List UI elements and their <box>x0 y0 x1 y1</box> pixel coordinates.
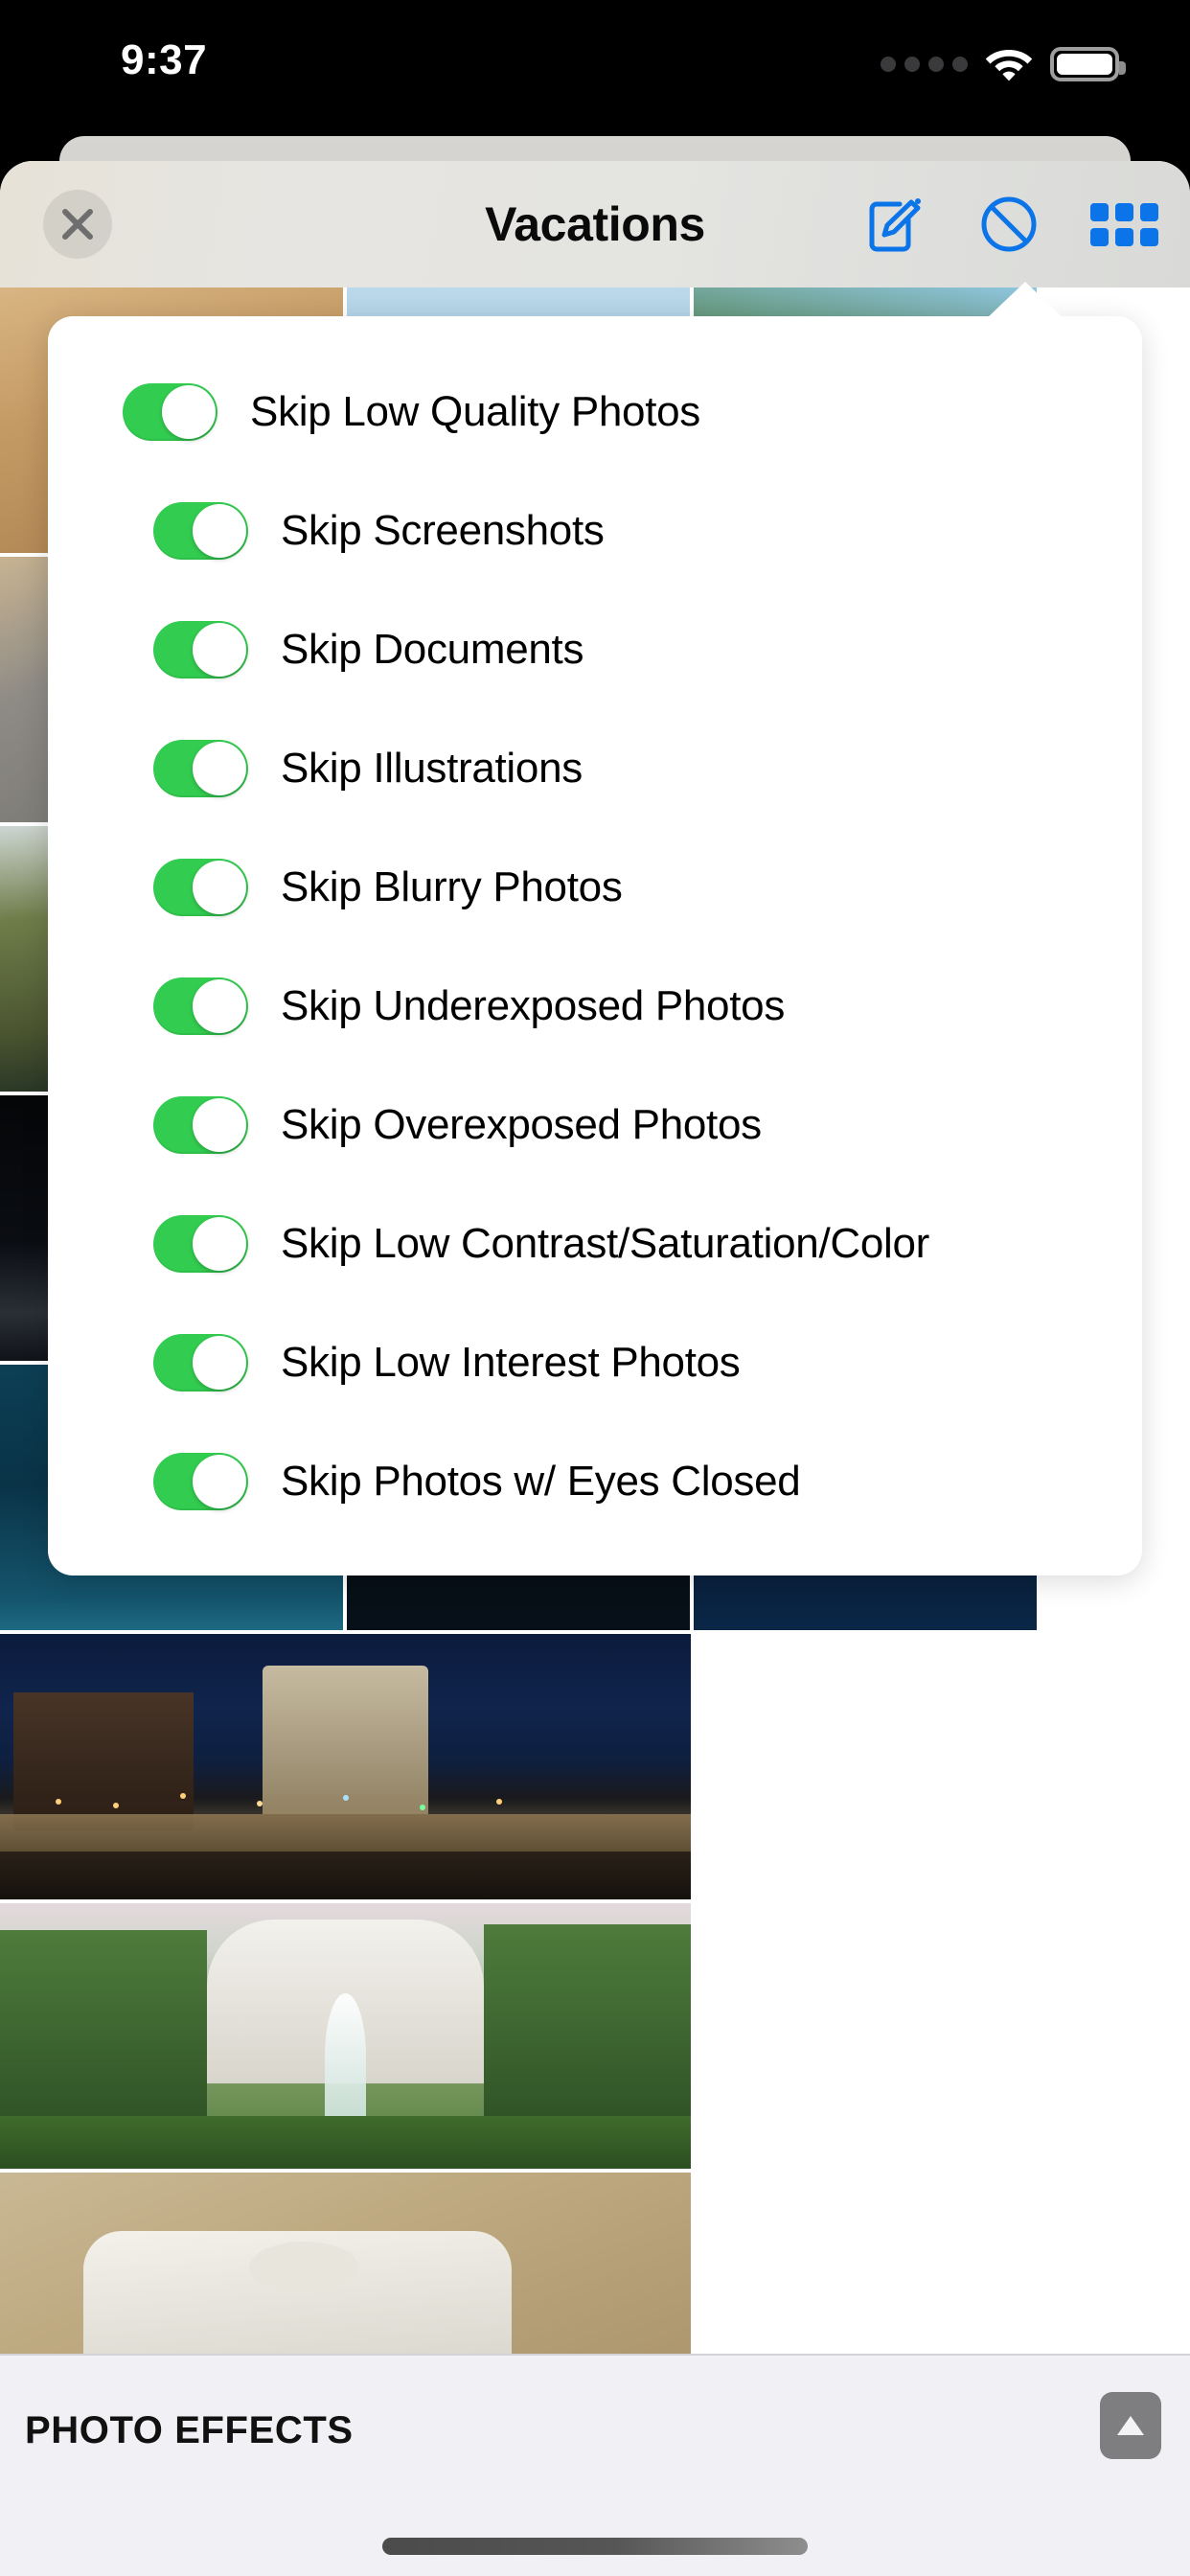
option-row-skip-documents[interactable]: Skip Documents <box>48 590 1142 709</box>
skip-options-popover: Skip Low Quality Photos Skip Screenshots… <box>48 282 1142 1576</box>
option-label: Skip Illustrations <box>281 745 583 792</box>
option-row-skip-overexposed-photos[interactable]: Skip Overexposed Photos <box>48 1066 1142 1184</box>
option-row-skip-underexposed-photos[interactable]: Skip Underexposed Photos <box>48 947 1142 1066</box>
battery-full-icon <box>1050 47 1126 81</box>
compose-pencil-icon <box>869 198 921 252</box>
status-indicators <box>881 46 1126 82</box>
wifi-icon <box>985 50 1033 81</box>
popover-arrow <box>987 282 1064 318</box>
option-row-skip-low-contrast[interactable]: Skip Low Contrast/Saturation/Color <box>48 1184 1142 1303</box>
home-indicator[interactable] <box>382 2538 808 2555</box>
photo-notre-dame-night[interactable] <box>0 1634 691 1899</box>
expand-panel-button[interactable] <box>1100 2392 1161 2459</box>
option-label: Skip Screenshots <box>281 507 605 554</box>
toggle-skip-eyes-closed[interactable] <box>153 1453 248 1510</box>
toggle-skip-low-quality-photos[interactable] <box>123 383 217 441</box>
option-row-skip-low-quality-photos[interactable]: Skip Low Quality Photos <box>48 353 1142 472</box>
phone-screen: 9:37 Vacations PHOTO EFFECTS Skip Low Qu… <box>0 0 1190 2576</box>
option-row-skip-illustrations[interactable]: Skip Illustrations <box>48 709 1142 828</box>
option-label: Skip Photos w/ Eyes Closed <box>281 1458 801 1505</box>
status-bar: 9:37 <box>0 0 1190 126</box>
option-label: Skip Underexposed Photos <box>281 982 786 1029</box>
skip-filter-button[interactable] <box>972 187 1046 262</box>
grid-squares-icon <box>1089 202 1158 246</box>
option-row-skip-blurry-photos[interactable]: Skip Blurry Photos <box>48 828 1142 947</box>
status-time: 9:37 <box>121 36 208 83</box>
triangle-up-icon <box>1117 2416 1144 2435</box>
option-label: Skip Low Interest Photos <box>281 1339 741 1386</box>
toggle-skip-low-interest-photos[interactable] <box>153 1334 248 1392</box>
option-row-skip-screenshots[interactable]: Skip Screenshots <box>48 472 1142 590</box>
toggle-skip-illustrations[interactable] <box>153 740 248 797</box>
toggle-skip-blurry-photos[interactable] <box>153 859 248 916</box>
option-label: Skip Blurry Photos <box>281 863 623 910</box>
bottom-toolbar: PHOTO EFFECTS <box>0 2354 1190 2576</box>
toggle-skip-overexposed-photos[interactable] <box>153 1096 248 1154</box>
grid-view-button[interactable] <box>1087 187 1161 262</box>
signal-dots-icon <box>881 57 968 72</box>
compose-button[interactable] <box>857 187 931 262</box>
photo-effects-label: PHOTO EFFECTS <box>25 2409 354 2451</box>
option-row-skip-eyes-closed[interactable]: Skip Photos w/ Eyes Closed <box>48 1422 1142 1541</box>
option-label: Skip Overexposed Photos <box>281 1101 762 1148</box>
photo-white-house-fountain[interactable] <box>0 1903 691 2169</box>
skip-options-list: Skip Low Quality Photos Skip Screenshots… <box>48 316 1142 1576</box>
toggle-skip-documents[interactable] <box>153 621 248 678</box>
navbar-actions <box>857 161 1161 288</box>
toggle-skip-screenshots[interactable] <box>153 502 248 560</box>
toggle-skip-underexposed-photos[interactable] <box>153 978 248 1035</box>
navigation-bar: Vacations <box>0 161 1190 288</box>
toggle-skip-low-contrast[interactable] <box>153 1215 248 1273</box>
option-label: Skip Low Quality Photos <box>250 388 701 435</box>
option-label: Skip Low Contrast/Saturation/Color <box>281 1220 930 1267</box>
prohibition-slash-icon <box>981 196 1037 252</box>
option-row-skip-low-interest-photos[interactable]: Skip Low Interest Photos <box>48 1303 1142 1422</box>
option-label: Skip Documents <box>281 626 584 673</box>
